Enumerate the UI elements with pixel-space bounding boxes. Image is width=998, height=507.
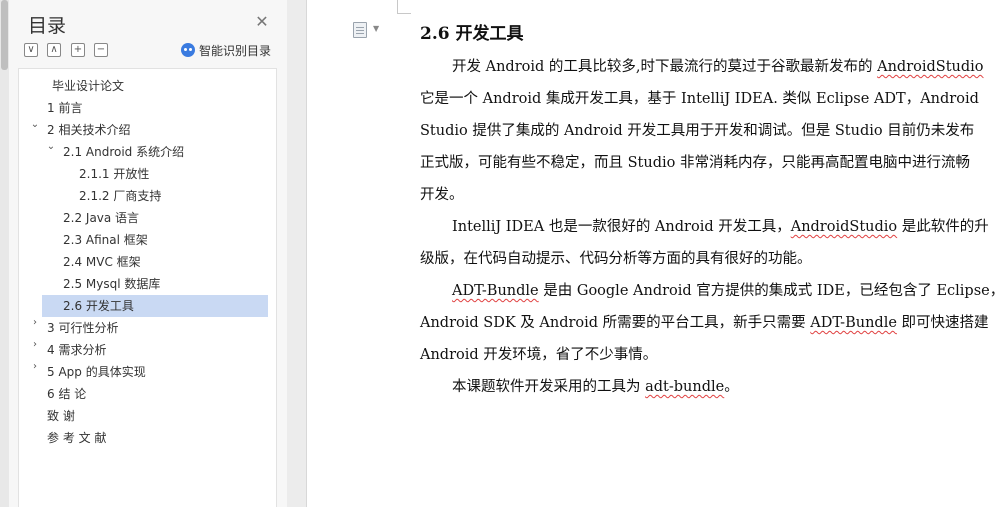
toc-item[interactable]: 6 结 论 [47,383,86,405]
close-icon[interactable]: ✕ [254,14,270,30]
toc-item[interactable]: 2.1.2 厂商支持 [79,185,161,207]
document-icon[interactable] [353,22,367,38]
sidebar-scrollbar[interactable] [0,0,9,507]
toc-item[interactable]: 2.3 Afinal 框架 [63,229,148,251]
text-run: 本课题软件开发采用的工具为 [452,379,646,395]
toc-title: 目录 [28,15,67,37]
toc-tree: 毕业设计论文 1 前言 ⌄ 2 相关技术介绍 ⌄ 2.1 Android 系统介… [18,68,277,507]
toc-item-selected[interactable]: 2.6 开发工具 [42,295,268,317]
chevron-right-icon[interactable]: › [30,339,40,361]
chevron-down-icon[interactable]: ⌄ [30,119,40,141]
text-run: 是此软件的升 [897,219,989,235]
toc-item[interactable]: 致 谢 [47,405,75,427]
toc-item[interactable]: 参 考 文 献 [47,427,106,449]
section-heading: 2.6 开发工具 [420,24,524,44]
sidebar-resize-handle[interactable] [287,0,307,507]
toc-sidebar: 目录 ✕ ∨ ∧ + − 智能识别目录 毕业设计论文 1 前言 ⌄ 2 相关技术… [0,0,287,507]
remove-heading-button[interactable]: − [94,43,108,57]
chevron-right-icon[interactable]: › [30,361,40,383]
add-heading-button[interactable]: + [71,43,85,57]
text-run: 是由 Google Android 官方提供的集成式 IDE，已经包含了 Ecl… [538,283,998,299]
paragraph-line: 它是一个 Android 集成开发工具，基于 IntelliJ IDEA. 类似… [420,91,979,107]
toc-item[interactable]: 5 App 的具体实现 [47,361,146,383]
spellcheck-word: ADT-Bundle [810,315,897,331]
page-corner-mark [397,13,411,14]
toc-item[interactable]: 2.1.1 开放性 [79,163,149,185]
toc-item[interactable]: 2 相关技术介绍 [47,119,130,141]
toc-item[interactable]: 1 前言 [47,97,82,119]
spellcheck-word: adt-bundle [645,379,725,395]
toc-item[interactable]: 4 需求分析 [47,339,106,361]
toc-item[interactable]: 2.1 Android 系统介绍 [63,141,184,163]
paragraph-line: IntelliJ IDEA 也是一款很好的 Android 开发工具，Andro… [420,215,989,236]
chevron-right-icon[interactable]: › [30,317,40,339]
paragraph-line: 本课题软件开发采用的工具为 adt-bundle。 [420,375,739,396]
caret-down-icon[interactable]: ▼ [373,24,379,33]
text-run: 开发 Android 的工具比较多,时下最流行的莫过于谷歌最新发布的 [452,59,878,75]
text-run: 即可快速搭建 [896,315,989,331]
spellcheck-word: ADT-Bundle [452,283,539,299]
spellcheck-word: AndroidStudio [790,219,898,235]
toc-item[interactable]: 2.4 MVC 框架 [63,251,141,273]
paragraph-line: 开发 Android 的工具比较多,时下最流行的莫过于谷歌最新发布的 Andro… [420,55,984,76]
scrollbar-thumb[interactable] [1,0,8,70]
document-page[interactable]: ▼ 2.6 开发工具 开发 Android 的工具比较多,时下最流行的莫过于谷歌… [307,0,998,507]
text-run: Android SDK 及 Android 所需要的平台工具，新手只需要 [420,315,811,331]
toc-item[interactable]: 3 可行性分析 [47,317,118,339]
text-run: 。 [724,379,739,395]
chevron-down-icon[interactable]: ⌄ [46,141,56,163]
toc-item[interactable]: 2.2 Java 语言 [63,207,139,229]
text-run: IntelliJ IDEA 也是一款很好的 Android 开发工具， [452,219,791,235]
paragraph-line: 正式版，可能有些不稳定，而且 Studio 非常消耗内存，只能再高配置电脑中进行… [420,155,970,171]
smart-toc-button[interactable]: 智能识别目录 [181,42,271,58]
smart-toc-label: 智能识别目录 [199,43,272,58]
collapse-all-button[interactable]: ∨ [24,43,38,57]
toc-item[interactable]: 2.5 Mysql 数据库 [63,273,160,295]
paragraph-line: Android 开发环境，省了不少事情。 [420,347,658,363]
paragraph-line: ADT-Bundle 是由 Google Android 官方提供的集成式 ID… [420,279,998,300]
paragraph-line: Studio 提供了集成的 Android 开发工具用于开发和调试。但是 Stu… [420,123,975,139]
paragraph-line: 开发。 [420,187,464,203]
toc-item[interactable]: 毕业设计论文 [52,75,124,97]
expand-all-button[interactable]: ∧ [47,43,61,57]
paragraph-line: 级版，在代码自动提示、代码分析等方面的具有很好的功能。 [420,251,812,267]
smart-recognize-icon [181,43,195,57]
paragraph-line: Android SDK 及 Android 所需要的平台工具，新手只需要 ADT… [420,311,989,332]
spellcheck-word: AndroidStudio [877,59,984,75]
page-corner-mark [397,0,398,14]
